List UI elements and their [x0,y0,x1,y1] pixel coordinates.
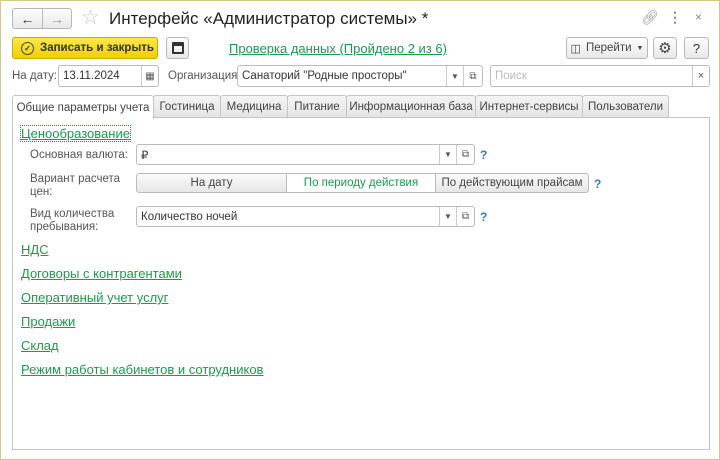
arrow-left-icon: ← [20,10,35,27]
check-circle-icon: ✓ [21,41,34,55]
tab-panel [12,117,710,450]
search-input[interactable]: Поиск × [490,65,710,87]
floppy-icon [171,42,184,54]
currency-value: ₽ [141,149,149,162]
tab-general[interactable]: Общие параметры учета [12,95,154,119]
org-field[interactable]: Санаторий "Родные просторы" ▼ ⧉ [237,65,483,87]
chevron-down-icon: ▼ [636,44,644,52]
help-icon[interactable]: ? [594,177,601,191]
tab-food[interactable]: Питание [287,95,347,118]
link-icon[interactable]: 🔗︎ [641,9,659,26]
variant-by-period[interactable]: По периоду действия [286,173,436,193]
dropdown-icon[interactable]: ▼ [439,145,456,164]
section-warehouse[interactable]: Склад [21,338,59,353]
search-placeholder: Поиск [495,70,527,82]
open-icon[interactable]: ⧉ [456,207,474,226]
org-value: Санаторий "Родные просторы" [242,70,407,82]
date-value: 13.11.2024 [63,70,120,82]
save-close-label: Записать и закрыть [40,42,154,54]
settings-button[interactable]: ⚙ [653,37,677,59]
gear-icon: ⚙ [658,40,672,57]
window: ← → ☆ Интерфейс «Администратор системы» … [0,0,720,460]
goto-button[interactable]: ◫ Перейти ▼ [566,37,648,59]
dropdown-icon[interactable]: ▼ [446,66,463,86]
help-icon[interactable]: ? [480,148,487,162]
tab-medicine[interactable]: Медицина [220,95,288,118]
tab-infobase[interactable]: Информационная база [346,95,476,118]
section-sales[interactable]: Продажи [21,314,75,329]
section-contracts[interactable]: Договоры с контрагентами [21,266,182,281]
more-icon[interactable]: ⋮ [668,9,682,26]
variant-by-prices[interactable]: По действующим прайсам [435,173,589,193]
goto-label: Перейти [585,42,632,54]
qty-field[interactable]: Количество ночей ▼ ⧉ [136,206,475,227]
currency-field[interactable]: ₽ ▼ ⧉ [136,144,475,165]
variant-label: Вариант расчета цен: [30,173,121,198]
calendar-icon[interactable]: ▦ [141,66,158,86]
variant-by-date[interactable]: На дату [136,173,287,193]
tab-users[interactable]: Пользователи [582,95,669,118]
tab-internet[interactable]: Интернет-сервисы [475,95,583,118]
open-icon[interactable]: ⧉ [456,145,474,164]
arrow-right-icon: → [50,10,64,27]
date-label: На дату: [12,70,58,82]
clear-icon[interactable]: × [692,66,709,86]
section-pricing[interactable]: Ценообразование [20,125,131,142]
back-button[interactable]: ← [12,8,43,29]
tab-hotel[interactable]: Гостиница [153,95,221,118]
section-operational[interactable]: Оперативный учет услуг [21,290,168,305]
open-icon[interactable]: ⧉ [463,66,482,86]
currency-label: Основная валюта: [30,149,128,161]
forward-button[interactable]: → [42,8,72,29]
save-close-button[interactable]: ✓ Записать и закрыть [12,37,158,59]
help-icon[interactable]: ? [480,210,487,224]
qty-label: Вид количества пребывания: [30,208,115,233]
panel-icon: ◫ [570,42,581,55]
window-title: Интерфейс «Администратор системы» * [109,9,429,28]
date-field[interactable]: 13.11.2024 ▦ [58,65,159,87]
org-label: Организация: [168,70,241,82]
save-button[interactable] [166,37,189,59]
help-button[interactable]: ? [684,37,709,59]
check-data-link[interactable]: Проверка данных (Пройдено 2 из 6) [229,41,447,56]
section-schedule[interactable]: Режим работы кабинетов и сотрудников [21,362,263,377]
dropdown-icon[interactable]: ▼ [439,207,456,226]
qty-value: Количество ночей [141,210,238,223]
section-vat[interactable]: НДС [21,242,49,257]
star-icon[interactable]: ☆ [81,5,100,30]
close-icon[interactable]: × [695,10,702,24]
